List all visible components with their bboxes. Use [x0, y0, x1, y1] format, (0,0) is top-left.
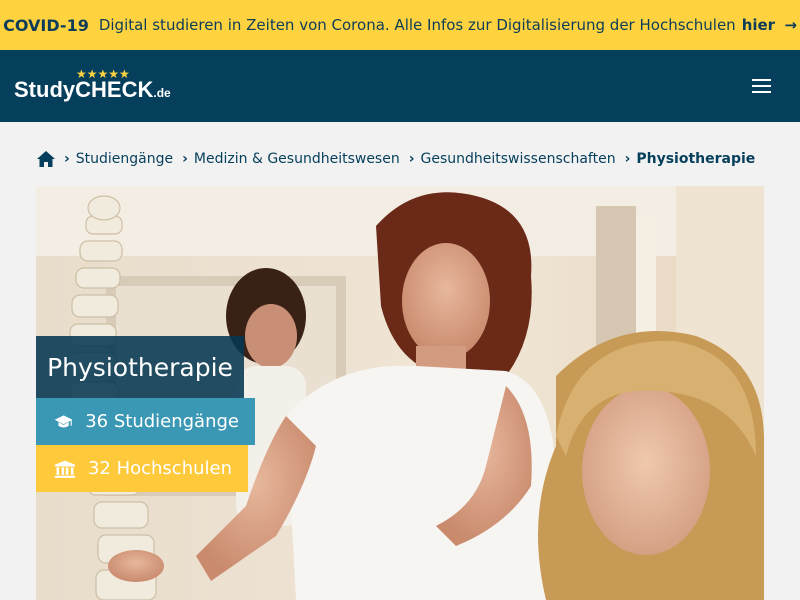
breadcrumb-current: Physiotherapie — [636, 151, 756, 167]
hochschulen-count-badge[interactable]: 32 Hochschulen — [36, 445, 248, 492]
program-title-box: Physiotherapie — [36, 336, 244, 398]
site-header: ★★★★★ StudyCHECK.de — [0, 50, 800, 122]
logo-wordmark: StudyCHECK.de — [14, 78, 171, 105]
breadcrumb-item-studiengaenge[interactable]: Studiengänge — [76, 151, 173, 167]
logo-check: CHECK — [75, 77, 154, 102]
covid-tag: COVID-19 — [3, 15, 89, 35]
home-icon[interactable] — [36, 150, 56, 168]
breadcrumb: › Studiengänge › Medizin & Gesundheitswe… — [36, 146, 764, 172]
studiengaenge-count-label[interactable]: 36 Studiengänge — [85, 411, 239, 432]
covid-info-link[interactable]: hier → — [742, 16, 797, 34]
menu-line — [751, 85, 771, 87]
graduation-cap-icon — [54, 414, 73, 428]
chevron-right-icon: › — [182, 151, 188, 167]
logo-tld: .de — [153, 86, 171, 100]
menu-line — [751, 91, 771, 93]
university-building-icon — [54, 460, 76, 478]
logo-study: Study — [14, 77, 76, 102]
arrow-right-icon[interactable]: → — [784, 16, 797, 34]
menu-line — [751, 79, 771, 81]
breadcrumb-item-gesundheitswissenschaften[interactable]: Gesundheitswissenschaften — [421, 151, 616, 167]
hamburger-menu-icon[interactable] — [746, 74, 776, 98]
breadcrumb-item-medizin[interactable]: Medizin & Gesundheitswesen — [194, 151, 400, 167]
studycheck-logo[interactable]: ★★★★★ StudyCHECK.de — [14, 68, 174, 104]
chevron-right-icon: › — [64, 151, 70, 167]
studiengaenge-count-badge[interactable]: 36 Studiengänge — [36, 398, 255, 445]
hochschulen-count-label[interactable]: 32 Hochschulen — [88, 458, 232, 479]
covid-link-label[interactable]: hier — [742, 16, 775, 34]
covid-banner: COVID-19 Digital studieren in Zeiten von… — [0, 0, 800, 50]
chevron-right-icon: › — [408, 151, 415, 167]
program-title: Physiotherapie — [47, 352, 233, 382]
covid-banner-text: Digital studieren in Zeiten von Corona. … — [98, 16, 736, 34]
chevron-right-icon: › — [624, 151, 631, 167]
